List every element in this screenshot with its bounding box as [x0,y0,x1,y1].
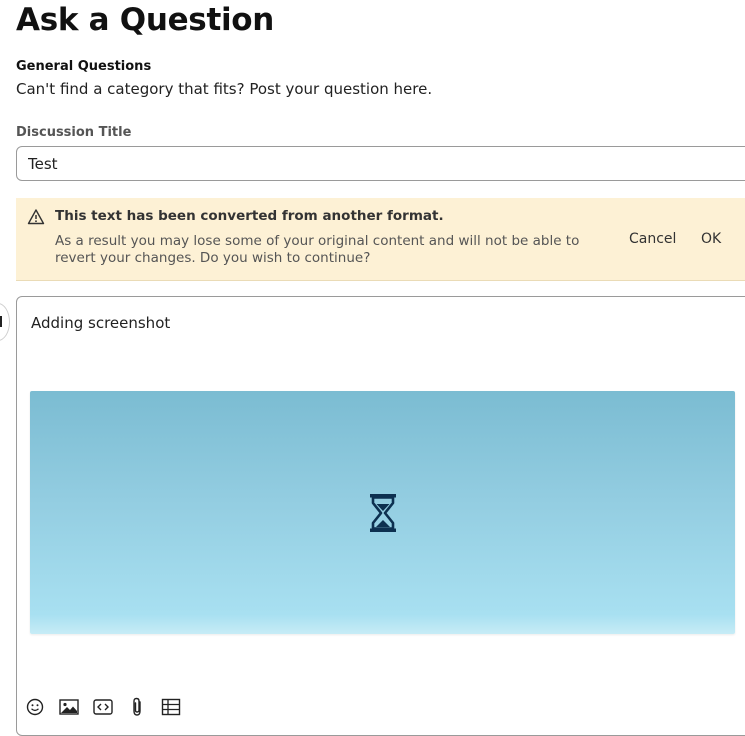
insert-table-button[interactable] [161,697,181,717]
warning-triangle-icon [27,209,45,225]
rich-text-editor[interactable]: Adding screenshot [16,296,745,736]
discussion-title-label: Discussion Title [16,125,132,140]
category-name: General Questions [16,59,152,74]
code-icon [93,699,113,715]
conversion-warning: This text has been converted from anothe… [16,198,745,281]
attachment-icon [133,697,141,716]
editor-paragraph: Adding screenshot [31,314,171,332]
ok-button[interactable]: OK [701,231,721,247]
emoji-button[interactable] [25,697,45,717]
image-icon [59,699,79,715]
emoji-icon [26,698,44,716]
table-icon [161,698,181,716]
cancel-button[interactable]: Cancel [629,231,676,247]
insert-image-button[interactable] [59,697,79,717]
insert-code-button[interactable] [93,697,113,717]
page-title: Ask a Question [16,2,275,38]
discussion-title-input[interactable] [16,146,745,181]
attach-file-button[interactable] [127,697,147,717]
warning-body: As a result you may lose some of your or… [55,233,580,266]
category-description: Can't find a category that fits? Post yo… [16,80,433,98]
warning-title: This text has been converted from anothe… [55,208,444,224]
hourglass-icon [370,494,396,532]
editor-toolbar [25,695,181,719]
image-upload-placeholder[interactable] [30,391,735,634]
editor-side-handle[interactable] [0,303,10,341]
